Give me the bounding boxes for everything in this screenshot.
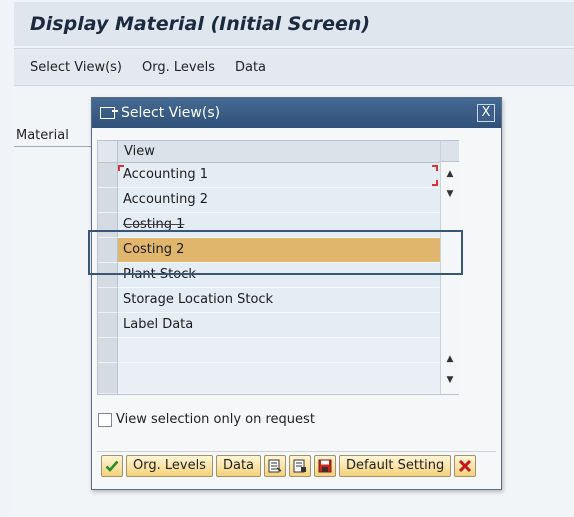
select-all-cell[interactable] [98, 141, 118, 162]
focus-corner [432, 165, 438, 171]
org-levels-button[interactable]: Org. Levels [126, 455, 213, 477]
title-bar: Display Material (Initial Screen) [14, 2, 574, 46]
table-row[interactable]: Label Data [98, 313, 458, 338]
cancel-button[interactable] [454, 455, 477, 477]
row-label[interactable]: Label Data [118, 313, 456, 338]
menu-select-views[interactable]: Select View(s) [30, 60, 122, 75]
table-header: View [98, 141, 458, 163]
row-selector[interactable] [98, 313, 118, 338]
view-selection-label: View selection only on request [116, 412, 315, 427]
table-row[interactable]: Accounting 2 [98, 188, 458, 213]
checkmark-icon [105, 460, 119, 472]
select-all-button[interactable] [264, 455, 287, 477]
row-selector[interactable] [98, 363, 118, 394]
scroll-down-arrow-icon[interactable]: ▼ [444, 188, 456, 200]
dialog-header: Select View(s) X [92, 98, 501, 128]
focus-corner [118, 165, 124, 171]
close-icon: X [481, 105, 491, 120]
column-header-view: View [124, 144, 155, 159]
close-button[interactable]: X [477, 104, 495, 122]
table-row[interactable] [98, 338, 458, 363]
material-label: Material [16, 128, 69, 143]
highlight-frame [88, 230, 463, 275]
view-selection-option[interactable]: View selection only on request [98, 412, 315, 427]
row-label[interactable]: Storage Location Stock [118, 288, 456, 313]
confirm-button[interactable] [101, 455, 123, 477]
row-selector[interactable] [98, 338, 118, 363]
focus-corner [432, 180, 438, 186]
menu-org-levels[interactable]: Org. Levels [142, 60, 215, 75]
row-label[interactable] [118, 338, 456, 363]
table-row[interactable]: Storage Location Stock [98, 288, 458, 313]
row-selector[interactable] [98, 288, 118, 313]
row-label[interactable] [118, 363, 456, 394]
row-label[interactable]: Accounting 1 [118, 163, 456, 188]
scroll-up-arrow-icon[interactable]: ▲ [444, 168, 456, 180]
view-selection-checkbox[interactable] [98, 412, 112, 427]
dialog-title: Select View(s) [121, 105, 221, 121]
table-row[interactable]: Accounting 1 [98, 163, 458, 188]
table-row[interactable] [98, 363, 458, 394]
menu-data[interactable]: Data [235, 60, 266, 75]
scroll-header [441, 141, 459, 162]
select-views-dialog: Select View(s) X View Accounting 1 Accou… [91, 97, 502, 490]
row-label[interactable]: Accounting 2 [118, 188, 456, 213]
material-field-underline [14, 146, 92, 147]
cancel-x-icon [459, 459, 472, 473]
row-selector[interactable] [98, 163, 118, 188]
scroll-page-up-icon[interactable]: ▲ [444, 353, 456, 365]
select-all-icon [268, 459, 282, 473]
default-setting-button[interactable]: Default Setting [339, 455, 452, 477]
save-default-button[interactable] [314, 455, 337, 477]
menu-bar: Select View(s) Org. Levels Data [14, 48, 574, 86]
dialog-window-icon [100, 107, 118, 119]
scroll-page-down-icon[interactable]: ▼ [444, 374, 456, 386]
row-selector[interactable] [98, 188, 118, 213]
data-button[interactable]: Data [215, 455, 262, 477]
dialog-toolbar: Org. Levels Data Default Setting [101, 455, 477, 477]
page-title: Display Material (Initial Screen) [30, 13, 371, 35]
deselect-all-icon [293, 459, 307, 473]
save-icon [318, 459, 332, 473]
deselect-all-button[interactable] [289, 455, 312, 477]
